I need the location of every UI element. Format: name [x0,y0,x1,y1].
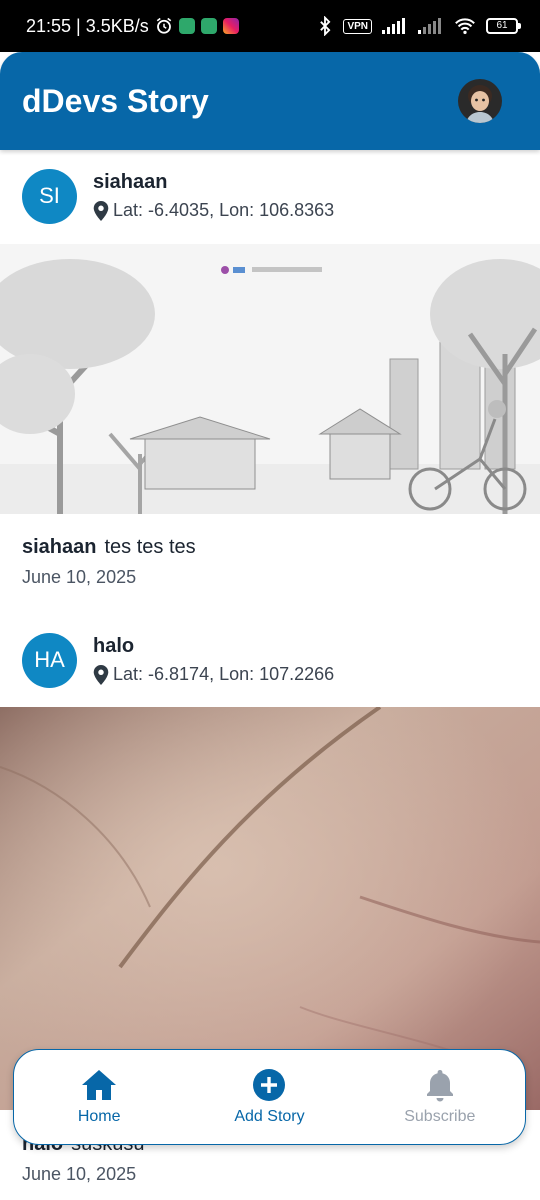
alarm-icon [156,17,172,34]
nav-add-story-label: Add Story [234,1108,305,1125]
screen: 21:55 | 3.5KB/s VPN 61 dDevs Story SI si… [0,0,540,1200]
story-location: Lat: -6.4035, Lon: 106.8363 [93,200,334,221]
instagram-icon [222,18,239,34]
location-text: Lat: -6.4035, Lon: 106.8363 [113,200,335,220]
story-meta: halo Lat: -6.8174, Lon: 107.2266 [93,635,334,685]
status-right: VPN 61 [317,16,521,36]
vpn-badge: VPN [343,18,372,34]
signal-icon-2 [418,18,441,34]
story-username: halo [93,635,135,657]
gallery-app-icon [178,18,195,34]
location-pin-icon [93,664,109,685]
caption-text: tes tes tes [104,536,196,558]
status-left: 21:55 | 3.5KB/s [26,16,239,37]
story-image[interactable] [0,244,540,514]
nav-home[interactable]: Home [14,1050,184,1144]
status-time-speed: 21:55 | 3.5KB/s [26,15,149,36]
story-avatar: SI [22,168,77,224]
nav-subscribe-label: Subscribe [404,1108,476,1125]
gallery-app-icon-2 [200,18,217,34]
location-text: Lat: -6.8174, Lon: 107.2266 [113,664,335,684]
nav-add-story[interactable]: Add Story [184,1050,354,1144]
nav-subscribe[interactable]: Subscribe [355,1050,525,1144]
profile-avatar[interactable] [458,79,502,123]
app-title: dDevs Story [22,82,209,119]
story-username: siahaan [93,171,168,193]
story-caption: siahaan tes tes tes [22,536,196,559]
nav-home-label: Home [77,1108,121,1125]
story-date: June 10, 2025 [22,567,137,587]
story-image-drawing [0,244,540,514]
signal-icon [382,18,405,34]
profile-avatar-image [458,79,502,123]
caption-username: siahaan [22,536,97,558]
story-location: Lat: -6.8174, Lon: 107.2266 [93,664,334,685]
story-header[interactable]: HA halo Lat: -6.8174, Lon: 107.2266 [0,614,540,706]
story-date: June 10, 2025 [22,1164,137,1184]
app-bar: dDevs Story [0,52,540,150]
story-meta: siahaan Lat: -6.4035, Lon: 106.8363 [93,171,334,221]
bell-icon [426,1070,453,1102]
bluetooth-icon [320,16,331,36]
story-avatar: HA [22,632,77,688]
battery-indicator: 61 [486,18,521,34]
status-bar: 21:55 | 3.5KB/s VPN 61 [0,0,540,52]
add-circle-icon [253,1069,286,1101]
home-icon [82,1070,117,1100]
location-pin-icon [93,200,109,221]
story-header[interactable]: SI siahaan Lat: -6.4035, Lon: 106.8363 [0,150,540,242]
bottom-navigation: Home Add Story Subscribe [13,1049,526,1145]
wifi-icon [455,18,475,35]
